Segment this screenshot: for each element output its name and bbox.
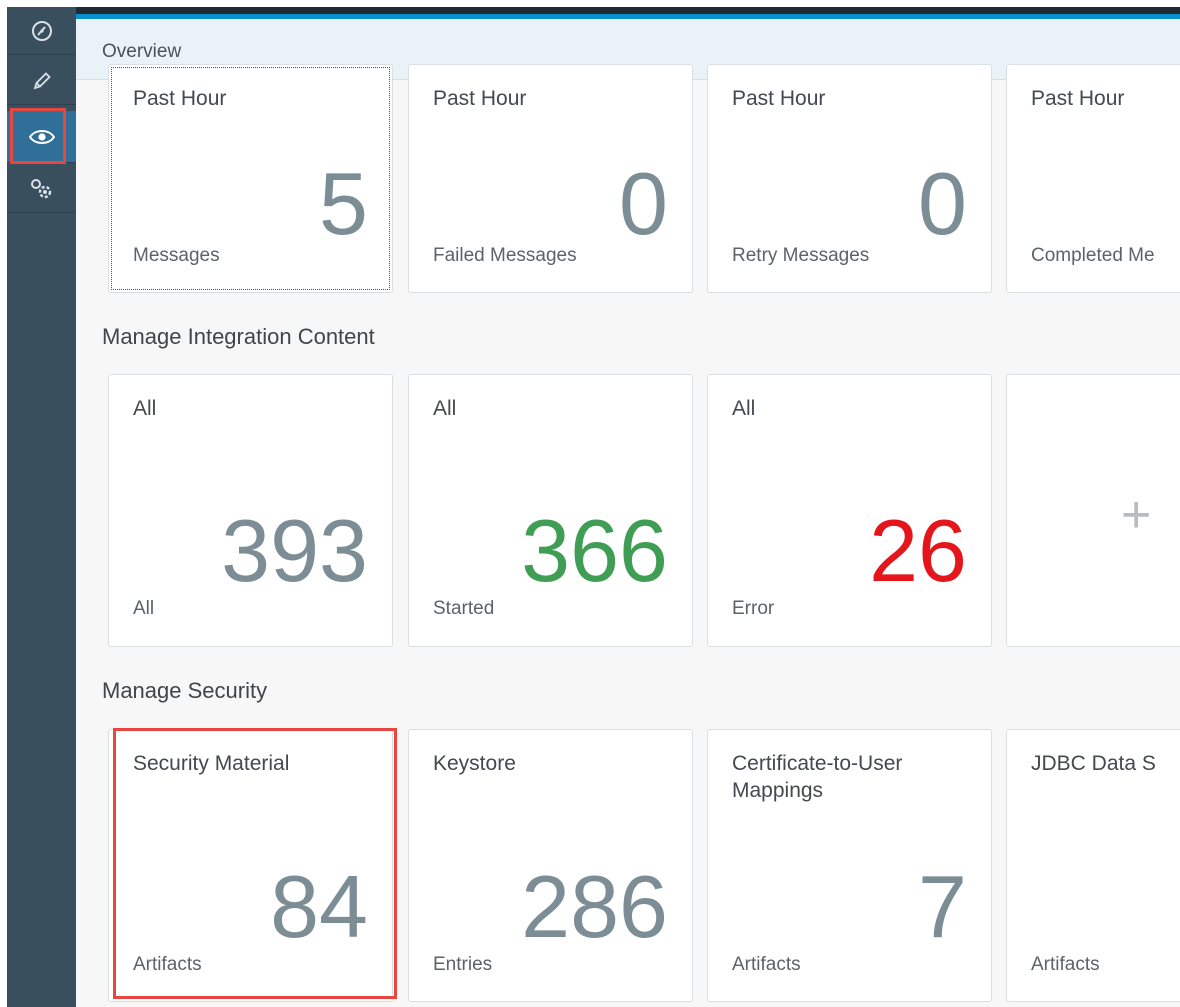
tile-footer: Started: [433, 598, 495, 619]
tile-title: All: [133, 397, 157, 420]
tile-failed-messages[interactable]: Past Hour 0 Failed Messages: [408, 64, 693, 293]
tile-title: All: [433, 397, 457, 420]
plus-icon: +: [1121, 486, 1152, 544]
section-title-security: Manage Security: [102, 678, 268, 703]
tile-jdbc-data-sources[interactable]: JDBC Data S Artifacts: [1006, 729, 1180, 1002]
tile-error-artifacts[interactable]: All 26 Error: [707, 374, 992, 647]
tile-security-material[interactable]: Security Material 84 Artifacts: [108, 729, 393, 1002]
top-accent-bar: [76, 7, 1180, 19]
page-title: Overview: [102, 41, 182, 62]
tile-footer: Artifacts: [732, 954, 801, 975]
tile-certificate-user-mappings[interactable]: Certificate-to-User Mappings 7 Artifacts: [707, 729, 992, 1002]
tile-title: All: [732, 397, 756, 420]
tile-value: 5: [319, 154, 368, 253]
tile-title: JDBC Data S: [1031, 752, 1156, 775]
side-navigation: [7, 7, 76, 1007]
pencil-icon[interactable]: [7, 57, 76, 105]
tile-footer: Artifacts: [133, 954, 202, 975]
tile-value: 84: [270, 857, 368, 956]
tile-title: Past Hour: [433, 87, 527, 110]
tile-title: Security Material: [133, 752, 290, 775]
add-tile-button[interactable]: +: [1006, 374, 1180, 647]
gears-icon[interactable]: [7, 165, 76, 213]
tile-retry-messages[interactable]: Past Hour 0 Retry Messages: [707, 64, 992, 293]
tile-title: Past Hour: [732, 87, 826, 110]
tile-title: Past Hour: [1031, 87, 1125, 110]
eye-icon[interactable]: [7, 111, 76, 163]
tile-footer: Artifacts: [1031, 954, 1100, 975]
tile-value: 7: [918, 857, 967, 956]
tile-footer: Completed Me: [1031, 245, 1155, 266]
tile-footer: Failed Messages: [433, 245, 577, 266]
tile-value: 393: [221, 501, 368, 600]
tile-value: 26: [869, 501, 967, 600]
tile-footer: Retry Messages: [732, 245, 870, 266]
tile-value: 0: [918, 154, 967, 253]
section-title-integration: Manage Integration Content: [102, 324, 375, 349]
tile-footer: Error: [732, 598, 775, 619]
tile-footer: Entries: [433, 954, 493, 975]
tile-keystore[interactable]: Keystore 286 Entries: [408, 729, 693, 1002]
tile-messages[interactable]: Past Hour 5 Messages: [108, 64, 393, 293]
tile-title: Certificate-to-User Mappings: [732, 752, 903, 802]
tile-value: 366: [521, 501, 668, 600]
tile-value: 0: [619, 154, 668, 253]
tile-footer: All: [133, 598, 155, 619]
tile-all-artifacts[interactable]: All 393 All: [108, 374, 393, 647]
tile-title: Keystore: [433, 752, 516, 775]
tile-started-artifacts[interactable]: All 366 Started: [408, 374, 693, 647]
tile-completed-messages[interactable]: Past Hour Completed Me: [1006, 64, 1180, 293]
tile-value: 286: [521, 857, 668, 956]
tile-footer: Messages: [133, 245, 220, 266]
monitor-dashboard-icon[interactable]: [7, 7, 76, 55]
tile-title: Past Hour: [133, 87, 227, 110]
